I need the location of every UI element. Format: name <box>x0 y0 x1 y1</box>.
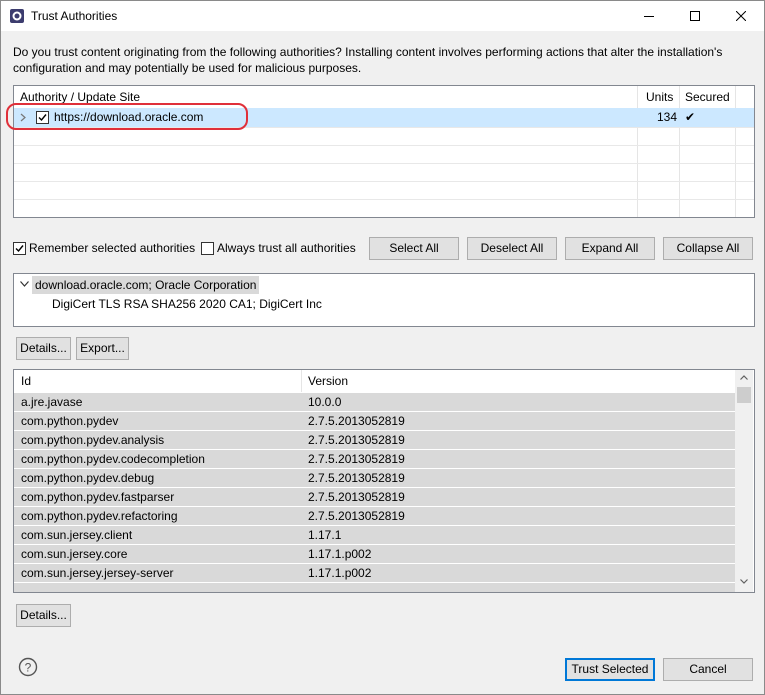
highlight-annotation <box>6 103 248 130</box>
table-row[interactable]: a.jre.javase 10.0.0 <box>14 393 735 411</box>
details-button-top[interactable]: Details... <box>16 337 71 360</box>
eclipse-icon <box>10 9 24 23</box>
trust-selected-button[interactable]: Trust Selected <box>565 658 655 681</box>
table-row[interactable]: com.sun.jersey.client 1.17.1 <box>14 526 735 544</box>
site-units: 134 <box>656 110 677 124</box>
column-id[interactable]: Id <box>21 370 31 392</box>
select-all-button[interactable]: Select All <box>369 237 459 260</box>
remember-label: Remember selected authorities <box>29 241 196 255</box>
remember-checkbox[interactable] <box>13 241 26 255</box>
column-version[interactable]: Version <box>308 370 348 392</box>
column-units[interactable]: Units <box>640 86 679 108</box>
table-row[interactable]: com.sun.jersey.core 1.17.1.p002 <box>14 545 735 563</box>
table-row[interactable]: com.python.pydev.analysis 2.7.5.201305281… <box>14 431 735 449</box>
help-icon[interactable]: ? <box>18 657 38 677</box>
remember-option[interactable]: Remember selected authorities <box>13 240 195 256</box>
always-trust-option[interactable]: Always trust all authorities <box>201 240 356 256</box>
svg-text:?: ? <box>25 660 32 674</box>
window-title: Trust Authorities <box>31 9 118 23</box>
installable-units-table[interactable]: Id Version a.jre.javase 10.0.0 com.python… <box>13 369 755 593</box>
certificate-tree[interactable]: download.oracle.com; Oracle Corporation … <box>13 273 755 327</box>
scroll-down-icon[interactable] <box>740 579 748 584</box>
maximize-icon <box>690 11 700 21</box>
table-row[interactable]: com.python.pydev.codecompletion 2.7.5.201… <box>14 450 735 468</box>
close-icon <box>736 11 746 21</box>
minimize-icon <box>644 16 654 17</box>
always-trust-checkbox[interactable] <box>201 241 214 255</box>
table-row-partial[interactable] <box>14 583 735 592</box>
table-row[interactable]: com.python.pydev.debug 2.7.5.2013052819 <box>14 469 735 487</box>
trust-description: Do you trust content originating from th… <box>13 45 723 75</box>
expand-all-button[interactable]: Expand All <box>565 237 655 260</box>
maximize-button[interactable] <box>672 1 718 31</box>
deselect-all-button[interactable]: Deselect All <box>467 237 557 260</box>
title-bar[interactable]: Trust Authorities <box>1 1 764 31</box>
always-trust-label: Always trust all authorities <box>217 241 356 255</box>
units-table-header: Id Version <box>14 370 735 392</box>
details-button-bottom[interactable]: Details... <box>16 604 71 627</box>
collapse-all-button[interactable]: Collapse All <box>663 237 753 260</box>
certificate-child[interactable]: DigiCert TLS RSA SHA256 2020 CA1; DigiCe… <box>52 295 322 313</box>
minimize-button[interactable] <box>626 1 672 31</box>
column-secured[interactable]: Secured <box>679 86 735 108</box>
secured-check-icon: ✔ <box>685 110 696 124</box>
export-button[interactable]: Export... <box>76 337 129 360</box>
table-row[interactable]: com.python.pydev 2.7.5.2013052819 <box>14 412 735 430</box>
scroll-up-icon[interactable] <box>740 375 748 380</box>
certificate-root[interactable]: download.oracle.com; Oracle Corporation <box>32 276 260 294</box>
table-row[interactable]: com.python.pydev.fastparser 2.7.5.2013052… <box>14 488 735 506</box>
checkmark-icon <box>15 244 24 252</box>
chevron-down-icon[interactable] <box>20 281 29 287</box>
trust-authorities-dialog: Trust Authorities Do you trust content o… <box>0 0 765 695</box>
cancel-button[interactable]: Cancel <box>663 658 753 681</box>
table-row[interactable]: com.sun.jersey.jersey-server 1.17.1.p002 <box>14 564 735 582</box>
table-row[interactable]: com.python.pydev.refactoring 2.7.5.201305… <box>14 507 735 525</box>
scroll-thumb[interactable] <box>737 387 751 403</box>
close-button[interactable] <box>718 1 764 31</box>
vertical-scrollbar[interactable] <box>735 370 753 592</box>
